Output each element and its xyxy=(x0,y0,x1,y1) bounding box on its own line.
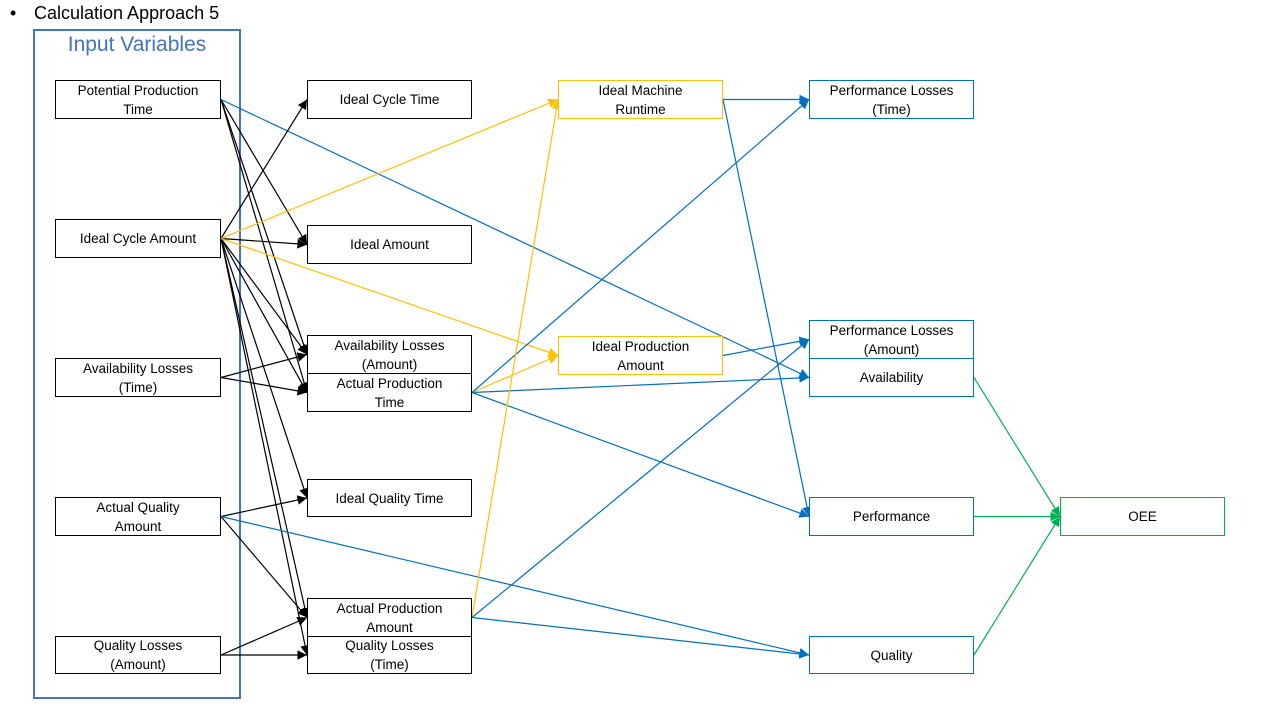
connector-availability-to-oee xyxy=(973,377,1061,517)
connector-quality-to-oee xyxy=(973,516,1061,656)
node-actual-production-amount: Actual Production Amount xyxy=(307,598,472,637)
connector-ideal-cycle-amount-to-actual-production-amount xyxy=(220,238,310,618)
node-availability-losses-time: Availability Losses (Time) xyxy=(55,358,221,397)
connector-availability-losses-time-to-availability-losses-amount xyxy=(220,352,308,379)
node-quality-losses-amount: Quality Losses (Amount) xyxy=(55,636,221,674)
node-actual-quality-amount: Actual Quality Amount xyxy=(55,497,221,536)
connector-actual-production-amount-to-ideal-machine-runtime xyxy=(471,99,562,618)
connector-actual-production-time-to-performance xyxy=(471,391,810,518)
connector-actual-quality-amount-to-ideal-quality-time xyxy=(220,495,308,518)
connector-ideal-cycle-amount-to-quality-losses-time xyxy=(220,238,310,656)
connector-ideal-machine-runtime-to-performance xyxy=(722,99,812,517)
node-actual-production-time: Actual Production Time xyxy=(307,373,472,412)
node-ideal-cycle-time: Ideal Cycle Time xyxy=(307,80,472,119)
node-ideal-production-amount: Ideal Production Amount xyxy=(558,336,723,375)
node-performance-losses-time: Performance Losses (Time) xyxy=(809,80,974,119)
node-performance: Performance xyxy=(809,497,974,536)
node-ideal-machine-runtime: Ideal Machine Runtime xyxy=(558,80,723,119)
connector-quality-losses-amount-to-actual-production-amount xyxy=(220,616,308,656)
node-ideal-amount: Ideal Amount xyxy=(307,225,472,264)
connector-actual-production-time-to-availability xyxy=(471,373,810,394)
node-quality: Quality xyxy=(809,636,974,674)
connector-actual-production-amount-to-quality xyxy=(471,616,810,659)
node-quality-losses-time: Quality Losses (Time) xyxy=(307,636,472,674)
node-performance-losses-amount: Performance Losses (Amount) xyxy=(809,320,974,359)
node-potential-production-time: Potential Production Time xyxy=(55,80,221,119)
connector-potential-production-time-to-actual-production-time xyxy=(220,99,309,393)
connector-ideal-cycle-amount-to-ideal-machine-runtime xyxy=(220,98,559,240)
node-availability-losses-amount: Availability Losses (Amount) xyxy=(307,335,472,374)
connector-actual-quality-amount-to-actual-production-amount xyxy=(220,516,308,618)
node-oee: OEE xyxy=(1060,497,1225,536)
connector-availability-losses-time-to-actual-production-time xyxy=(220,376,308,396)
connector-ideal-production-amount-to-performance-losses-amount xyxy=(722,336,810,357)
node-ideal-cycle-amount: Ideal Cycle Amount xyxy=(55,219,221,258)
connector-actual-production-amount-to-performance-losses-amount xyxy=(471,339,810,618)
node-ideal-quality-time: Ideal Quality Time xyxy=(307,479,472,517)
node-availability: Availability xyxy=(809,358,974,397)
